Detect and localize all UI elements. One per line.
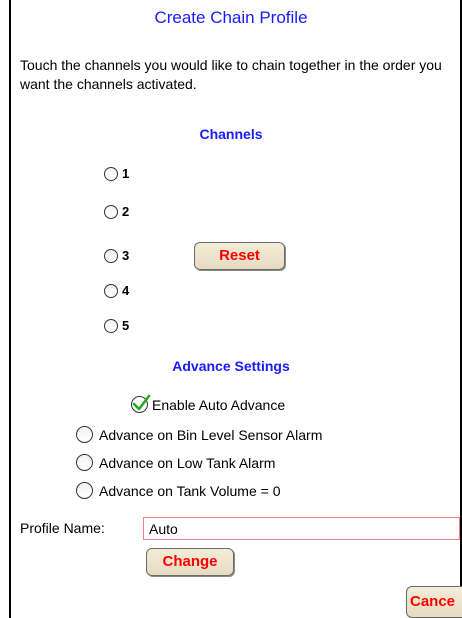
channel-label: 4	[122, 283, 130, 298]
advance-option-tank-volume[interactable]: Advance on Tank Volume = 0	[76, 482, 280, 499]
radio-circle-icon[interactable]	[76, 454, 93, 471]
advance-option-bin-level[interactable]: Advance on Bin Level Sensor Alarm	[76, 426, 322, 443]
radio-circle-icon[interactable]	[104, 204, 118, 219]
profile-name-label: Profile Name:	[20, 520, 105, 536]
change-button[interactable]: Change	[146, 548, 234, 576]
checkmark-icon[interactable]	[131, 394, 151, 413]
advance-option-label: Advance on Low Tank Alarm	[99, 454, 276, 471]
enable-auto-advance-label: Enable Auto Advance	[152, 396, 286, 413]
channel-radio-3[interactable]: 3	[104, 248, 129, 263]
radio-circle-icon[interactable]	[104, 248, 118, 263]
channel-label: 3	[122, 248, 130, 263]
channel-radio-4[interactable]: 4	[104, 283, 129, 298]
channel-label: 2	[122, 204, 130, 219]
radio-circle-icon[interactable]	[104, 318, 118, 333]
radio-circle-icon[interactable]	[104, 283, 118, 298]
channel-radio-2[interactable]: 2	[104, 204, 129, 219]
instructions-text: Touch the channels you would like to cha…	[20, 57, 442, 92]
channels-heading: Channels	[199, 126, 263, 142]
advance-option-label: Advance on Bin Level Sensor Alarm	[99, 426, 323, 443]
profile-name-field[interactable]	[143, 517, 460, 540]
radio-circle-icon[interactable]	[104, 166, 118, 181]
advance-settings-heading: Advance Settings	[172, 358, 290, 374]
enable-auto-advance-checkbox[interactable]: Enable Auto Advance	[131, 394, 286, 413]
left-border	[9, 0, 11, 618]
reset-button[interactable]: Reset	[194, 242, 285, 270]
advance-option-label: Advance on Tank Volume = 0	[99, 482, 281, 499]
advance-option-low-tank[interactable]: Advance on Low Tank Alarm	[76, 454, 275, 471]
channel-radio-5[interactable]: 5	[104, 318, 129, 333]
cancel-button[interactable]: Cance	[406, 586, 462, 618]
channel-radio-1[interactable]: 1	[104, 166, 129, 181]
page-title: Create Chain Profile	[154, 8, 308, 27]
radio-circle-icon[interactable]	[76, 426, 93, 443]
channel-label: 5	[122, 318, 130, 333]
channel-label: 1	[122, 166, 130, 181]
radio-circle-icon[interactable]	[76, 482, 93, 499]
